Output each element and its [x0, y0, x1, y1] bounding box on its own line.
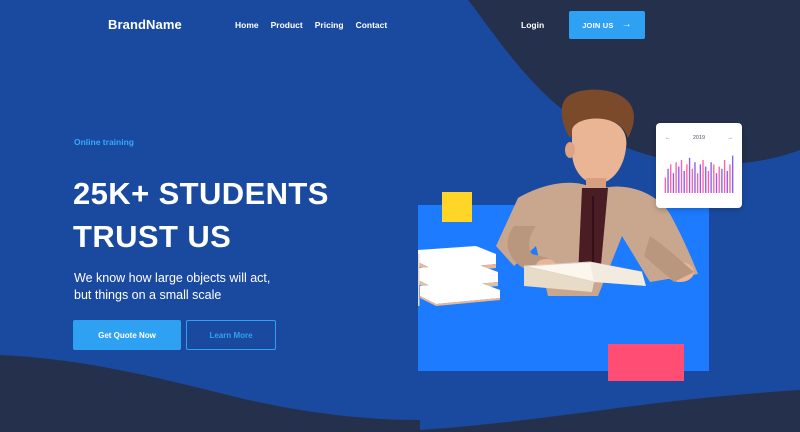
description-line-2: but things on a small scale	[74, 288, 222, 302]
chart-bar	[702, 160, 704, 193]
brand-logo[interactable]: BrandName	[108, 17, 182, 32]
chart-bar	[670, 164, 672, 193]
chart-bar	[710, 162, 712, 193]
login-link[interactable]: Login	[521, 20, 544, 30]
chart-bar	[726, 171, 728, 193]
chart-bar	[664, 177, 667, 193]
chart-bar	[691, 168, 693, 193]
chart-bar	[683, 171, 685, 193]
chart-header: ← 2019 →	[656, 135, 742, 141]
eyebrow-label: Online training	[74, 137, 134, 147]
hero-headline: 25K+ STUDENTS TRUST US	[73, 172, 393, 258]
chart-bar	[729, 164, 731, 193]
chart-bar	[715, 173, 718, 193]
arrow-right-icon[interactable]: →	[728, 135, 734, 141]
hero-description: We know how large objects will act, but …	[74, 270, 334, 304]
description-line-1: We know how large objects will act,	[74, 271, 271, 285]
pink-decor-rect	[608, 344, 684, 381]
chart-bar	[694, 162, 696, 193]
chart-bar	[696, 173, 699, 193]
chart-bar	[731, 155, 734, 193]
chart-bar	[688, 157, 691, 193]
chart-bar	[680, 160, 683, 193]
chart-year: 2019	[692, 135, 706, 141]
chart-bar	[707, 171, 710, 193]
nav-link-product[interactable]: Product	[271, 20, 303, 30]
chart-bar	[675, 162, 677, 193]
join-us-label: JOIN US	[582, 20, 614, 30]
get-quote-button[interactable]: Get Quote Now	[73, 320, 181, 350]
chart-bar	[713, 164, 715, 193]
chart-bar	[718, 166, 720, 193]
chart-bar	[678, 166, 680, 193]
chart-bar	[699, 164, 702, 193]
nav-menu: Home Product Pricing Contact	[235, 20, 387, 30]
join-us-button[interactable]: JOIN US →	[569, 11, 645, 39]
top-navigation: BrandName Home Product Pricing Contact L…	[0, 0, 800, 50]
chart-bar	[723, 160, 726, 193]
chart-bar	[705, 166, 707, 193]
headline-line-1: 25K+ STUDENTS	[73, 176, 329, 211]
chart-bar	[686, 164, 688, 193]
stats-chart-card: ← 2019 →	[656, 123, 742, 208]
headline-line-2: TRUST US	[73, 219, 232, 254]
hero-section: BrandName Home Product Pricing Contact L…	[0, 0, 800, 432]
arrow-left-icon[interactable]: ←	[665, 135, 671, 141]
mini-bar-chart	[664, 155, 734, 193]
chart-bar	[667, 168, 669, 193]
arrow-right-icon: →	[621, 19, 632, 30]
nav-link-home[interactable]: Home	[235, 20, 259, 30]
nav-link-pricing[interactable]: Pricing	[315, 20, 344, 30]
chart-bar	[721, 168, 723, 193]
nav-link-contact[interactable]: Contact	[356, 20, 388, 30]
learn-more-button[interactable]: Learn More	[186, 320, 276, 350]
chart-bar	[672, 173, 675, 193]
